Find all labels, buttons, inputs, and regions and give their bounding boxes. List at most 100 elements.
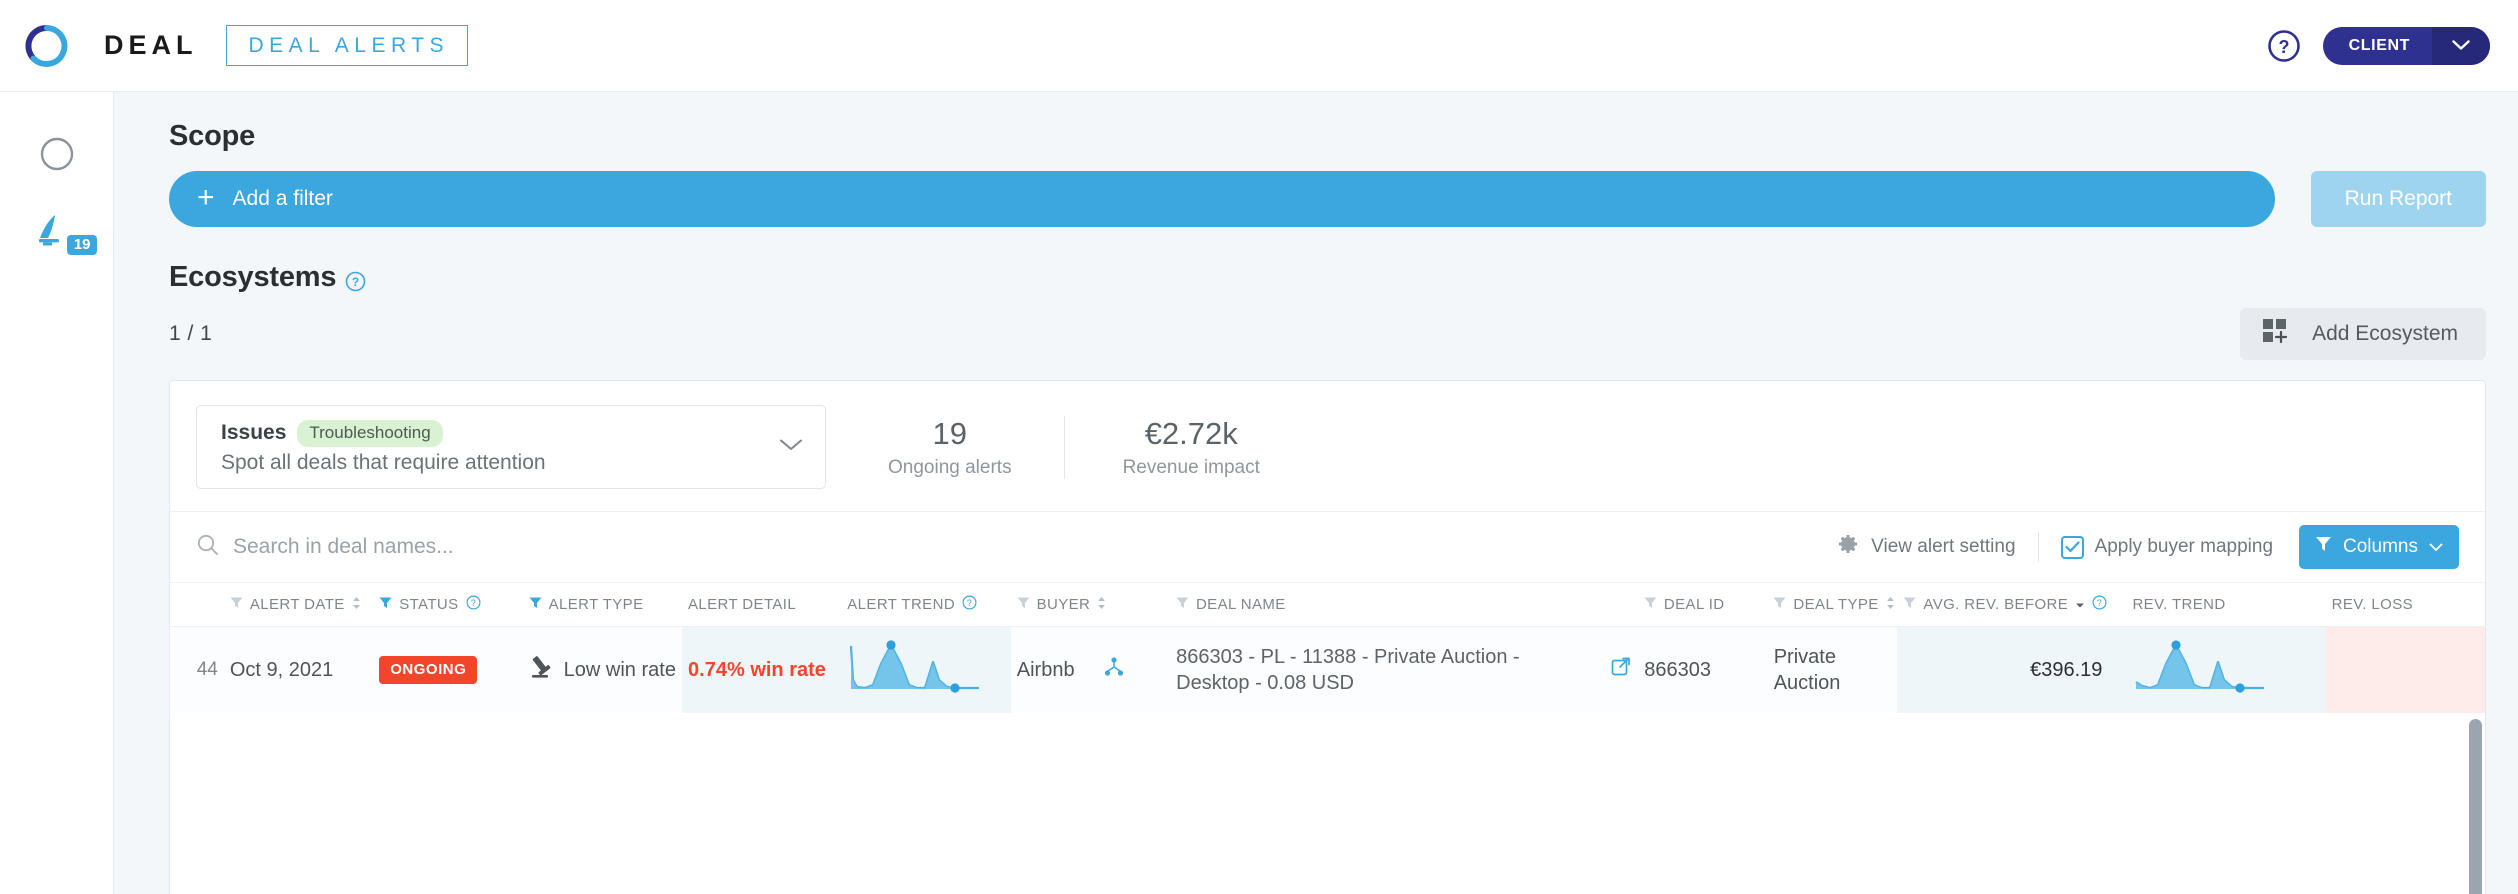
stat-revenue-impact: €2.72k Revenue impact [1063,415,1260,479]
help-circle-icon[interactable]: ? [2092,595,2107,614]
panel-header: Issues Troubleshooting Spot all deals th… [170,381,2485,511]
alerts-count-badge: 19 [66,235,97,255]
funnel-icon[interactable] [230,596,243,614]
external-link-icon[interactable] [1610,656,1632,684]
sidebar-item-alerts[interactable]: 19 [29,212,97,256]
row-index: 44 [196,659,218,680]
cell-alert-trend [841,627,1011,713]
alert-type-label: Low win rate [563,658,676,681]
ecosystem-count-row: 1 / 1 Add Ecosystem [114,294,2518,360]
cell-alert-detail: 0.74% win rate [682,627,842,713]
funnel-icon[interactable] [529,596,542,614]
help-circle-icon[interactable]: ? [962,595,977,614]
th-label: REV. LOSS [2331,596,2414,613]
ring-logo-icon[interactable] [24,23,70,69]
add-filter-button[interactable]: + Add a filter [169,171,2275,227]
sort-arrows-icon[interactable] [1097,596,1106,614]
cell-deal-name: 866303 - PL - 11388 - Private Auction - … [1170,627,1638,713]
funnel-icon[interactable] [1017,596,1030,614]
help-circle-icon[interactable]: ? [2267,29,2301,63]
table-header-row: ALERT DATE STATUS ? ALERT TYPE ALERT DET… [170,583,2485,627]
issues-heading-row: Issues Troubleshooting [221,419,779,447]
table-vertical-scrollbar[interactable] [2469,719,2482,894]
chevron-down-icon[interactable] [779,438,803,457]
th-rev-trend: REV. TREND [2126,596,2325,613]
buyer-mapping-node-icon[interactable] [1103,656,1125,684]
cell-rev-trend [2126,627,2326,713]
svg-text:?: ? [967,598,972,608]
th-avg-rev-before[interactable]: AVG. REV. BEFORE ? [1897,595,2126,614]
cell-status: ONGOING [373,627,522,713]
alerts-table: ALERT DATE STATUS ? ALERT TYPE ALERT DET… [170,583,2485,713]
svg-text:?: ? [2097,598,2102,608]
deal-name-label: 866303 - PL - 11388 - Private Auction - … [1176,645,1520,694]
add-ecosystem-grid-icon [2262,317,2292,351]
cell-alert-date: Oct 9, 2021 [229,658,334,681]
sparkline-area-chart [2132,640,2272,700]
th-label: DEAL TYPE [1793,596,1879,613]
status-badge: Troubleshooting [297,419,443,447]
account-menu-button[interactable]: CLIENT [2322,26,2490,65]
th-alert-detail: ALERT DETAIL [682,596,841,613]
sparkline-area-chart [847,640,987,700]
th-label: DEAL NAME [1195,596,1286,613]
th-alert-trend: ALERT TREND ? [841,595,1010,614]
page-title: Ecosystems [169,261,337,293]
th-deal-id[interactable]: DEAL ID [1638,596,1767,614]
caret-down-icon[interactable] [2075,596,2085,613]
th-buyer[interactable]: BUYER [1011,596,1170,614]
checkbox-icon[interactable] [2060,535,2084,559]
table-row[interactable]: 44 Oct 9, 2021 ONGOING Low win rate 0.74… [170,627,2485,713]
th-label: REV. TREND [2132,596,2226,613]
sidebar-item-explore[interactable] [29,134,85,178]
chevron-down-icon[interactable] [2432,26,2490,65]
th-deal-type[interactable]: DEAL TYPE [1767,596,1897,614]
funnel-icon[interactable] [379,596,392,614]
ecosystem-panel: Issues Troubleshooting Spot all deals th… [169,380,2486,894]
status-badge: ONGOING [379,656,478,684]
add-ecosystem-button[interactable]: Add Ecosystem [2240,308,2486,360]
th-alert-date[interactable]: ALERT DATE [224,596,373,614]
run-report-button[interactable]: Run Report [2310,171,2486,227]
svg-text:?: ? [352,275,359,289]
stat-ongoing-alerts: 19 Ongoing alerts [826,416,1012,479]
issues-selector[interactable]: Issues Troubleshooting Spot all deals th… [196,405,826,489]
th-deal-name[interactable]: DEAL NAME [1170,596,1638,614]
help-circle-icon[interactable]: ? [466,595,481,614]
issues-subtitle: Spot all deals that require attention [221,450,546,474]
columns-button[interactable]: Columns [2299,525,2459,569]
stat-label: Revenue impact [1122,456,1260,478]
svg-text:?: ? [2278,37,2289,57]
stat-value: €2.72k [1144,415,1238,451]
add-filter-label: Add a filter [232,187,333,210]
sort-arrows-icon[interactable] [352,596,361,614]
th-status[interactable]: STATUS ? [373,595,522,614]
scope-title: Scope [169,120,256,152]
help-circle-icon[interactable]: ? [345,267,366,292]
search-wrapper [196,533,1836,561]
cell-deal-type: Private Auction [1773,646,1841,694]
apply-buyer-mapping-toggle[interactable]: Apply buyer mapping [2060,535,2273,559]
cell-avg-rev-before: €396.19 [1897,627,2127,713]
search-input[interactable] [233,535,653,559]
funnel-icon[interactable] [1176,596,1189,614]
th-label: ALERT TREND [847,596,956,613]
view-alert-setting-link[interactable]: View alert setting [1836,532,2016,562]
sort-arrows-icon[interactable] [1886,596,1895,614]
th-label: ALERT DATE [249,596,345,613]
chevron-down-icon [2429,536,2443,558]
funnel-icon[interactable] [1644,596,1657,614]
toolbar-divider [2037,532,2039,562]
funnel-icon[interactable] [1903,596,1916,614]
columns-label: Columns [2343,536,2418,557]
compass-icon [38,135,76,178]
buyer-label: Airbnb [1016,658,1075,681]
scope-row: + Add a filter Run Report [114,153,2518,227]
left-nav-rail: 19 [0,92,114,894]
th-alert-type[interactable]: ALERT TYPE [523,596,682,614]
stat-label: Ongoing alerts [888,456,1012,478]
stat-value: 19 [932,415,968,451]
table-toolbar: View alert setting Apply buyer mapping C… [170,511,2485,583]
funnel-icon[interactable] [1773,596,1786,614]
funnel-icon [2315,535,2332,559]
